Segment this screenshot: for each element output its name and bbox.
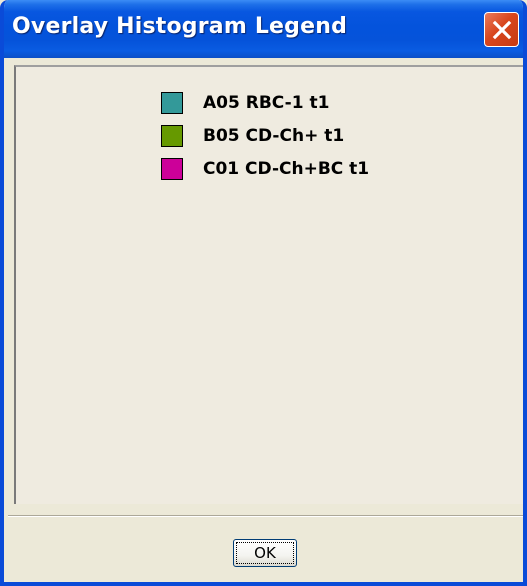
legend-dialog: Overlay Histogram Legend A05 RBC-1 t1 B0… bbox=[0, 0, 527, 586]
legend-panel: A05 RBC-1 t1 B05 CD-Ch+ t1 C01 CD-Ch+BC … bbox=[14, 65, 523, 504]
legend-swatch bbox=[161, 91, 183, 114]
legend-swatch bbox=[161, 157, 183, 180]
close-icon bbox=[492, 20, 512, 40]
ok-button[interactable]: OK bbox=[233, 539, 297, 567]
title-bar[interactable]: Overlay Histogram Legend bbox=[4, 0, 523, 58]
window-title: Overlay Histogram Legend bbox=[12, 14, 348, 39]
legend-label: A05 RBC-1 t1 bbox=[203, 92, 330, 113]
ok-button-label: OK bbox=[236, 542, 294, 564]
legend-item: A05 RBC-1 t1 bbox=[161, 86, 369, 119]
legend-label: B05 CD-Ch+ t1 bbox=[203, 125, 345, 146]
legend-label: C01 CD-Ch+BC t1 bbox=[203, 158, 370, 179]
footer-divider bbox=[8, 515, 523, 517]
legend-list: A05 RBC-1 t1 B05 CD-Ch+ t1 C01 CD-Ch+BC … bbox=[161, 86, 369, 185]
legend-swatch bbox=[161, 124, 183, 147]
legend-item: C01 CD-Ch+BC t1 bbox=[161, 152, 369, 185]
close-button[interactable] bbox=[484, 12, 519, 47]
dialog-body: A05 RBC-1 t1 B05 CD-Ch+ t1 C01 CD-Ch+BC … bbox=[8, 58, 523, 568]
legend-item: B05 CD-Ch+ t1 bbox=[161, 119, 369, 152]
